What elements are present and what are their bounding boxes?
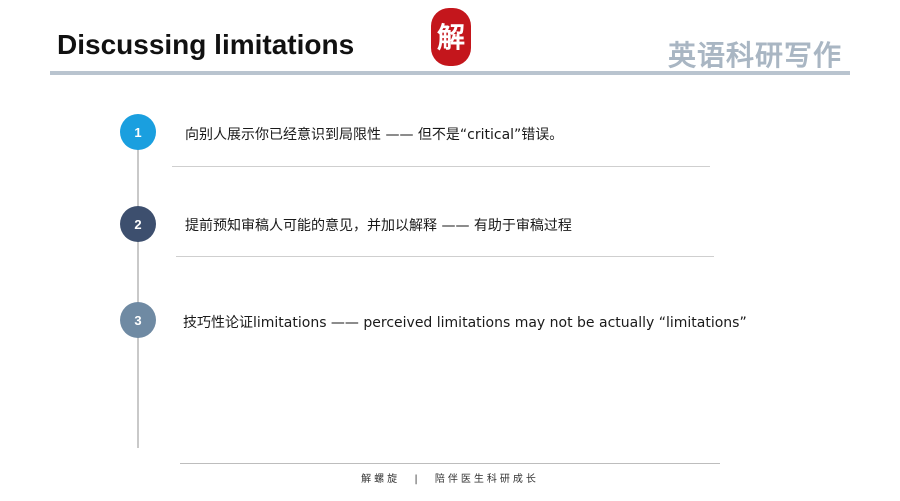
page-title: Discussing limitations <box>57 29 355 60</box>
footer-slogan: 陪伴医生科研成长 <box>434 474 539 485</box>
footer-brand: 解螺旋 <box>361 474 401 485</box>
slide: Discussing limitations 解 英语科研写作 1 向别人展示你… <box>0 0 900 501</box>
step-3-badge: 3 <box>120 302 156 338</box>
step-1-divider <box>172 166 710 167</box>
step-3-text: 技巧性论证limitations —— perceived limitation… <box>183 315 747 331</box>
svg-text:解: 解 <box>437 21 465 54</box>
header-divider <box>50 71 850 75</box>
seal-logo-icon: 解 <box>431 8 471 66</box>
step-2-divider <box>176 256 714 257</box>
timeline-line <box>137 116 139 448</box>
footer-separator: | <box>414 474 421 485</box>
brand-title: 英语科研写作 <box>667 39 842 72</box>
step-2-text: 提前预知审稿人可能的意见，并加以解释 —— 有助于审稿过程 <box>185 218 572 234</box>
step-1-text: 向别人展示你已经意识到局限性 —— 但不是“critical”错误。 <box>185 127 564 143</box>
footer: 解螺旋 | 陪伴医生科研成长 <box>0 470 900 485</box>
step-2-badge: 2 <box>120 206 156 242</box>
footer-divider <box>180 463 720 464</box>
step-1-badge: 1 <box>120 114 156 150</box>
